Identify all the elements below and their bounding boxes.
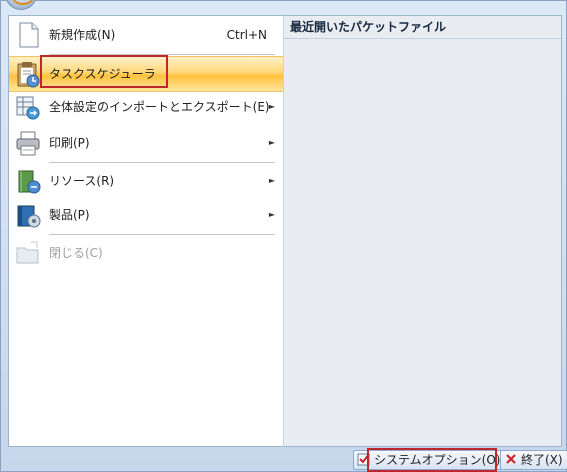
exit-button[interactable]: 終了(X) bbox=[500, 450, 567, 470]
submenu-arrow-icon: ► bbox=[268, 210, 275, 219]
menu-item-products[interactable]: 製品(P) ► bbox=[9, 198, 283, 232]
recent-files-panel: 最近開いたパケットファイル bbox=[283, 15, 562, 447]
submenu-arrow-icon: ► bbox=[268, 102, 275, 111]
exit-label: 終了(X) bbox=[521, 453, 563, 467]
recent-files-title: 最近開いたパケットファイル bbox=[284, 16, 561, 39]
menu-item-import-export[interactable]: 全体設定のインポートとエクスポート(E) ► bbox=[9, 90, 283, 124]
menu-item-import-export-label: 全体設定のインポートとエクスポート(E) bbox=[49, 100, 270, 114]
menu-item-print-label: 印刷(P) bbox=[49, 136, 90, 150]
checkmark-options-icon bbox=[357, 453, 370, 466]
printer-icon bbox=[16, 131, 40, 156]
menu-separator bbox=[49, 234, 275, 235]
close-folder-icon bbox=[16, 241, 39, 264]
menu-item-close-label: 閉じる(C) bbox=[49, 246, 103, 260]
menu-item-resources-label: リソース(R) bbox=[49, 174, 115, 188]
menu-item-resources[interactable]: リソース(R) ► bbox=[9, 164, 283, 198]
menu-item-new-label: 新規作成(N) bbox=[49, 28, 116, 42]
submenu-arrow-icon: ► bbox=[268, 176, 275, 185]
system-options-label: システムオプション(O) bbox=[374, 453, 501, 467]
task-scheduler-icon bbox=[17, 62, 40, 88]
menu-item-task-scheduler[interactable]: タスクスケジューラ bbox=[9, 56, 283, 92]
menu-separator bbox=[49, 54, 275, 55]
application-menu-panel: 新規作成(N) Ctrl+N タスクスケジューラ 全体設定のインポートとエクスポ… bbox=[8, 15, 284, 447]
application-menu-window: 新規作成(N) Ctrl+N タスクスケジューラ 全体設定のインポートとエクスポ… bbox=[0, 0, 567, 472]
app-orb-button[interactable] bbox=[5, 0, 37, 10]
menu-item-print[interactable]: 印刷(P) ► bbox=[9, 126, 283, 160]
menu-footer: システムオプション(O) 終了(X) bbox=[1, 447, 567, 472]
close-x-icon bbox=[506, 454, 516, 464]
system-options-button[interactable]: システムオプション(O) bbox=[353, 450, 506, 470]
menu-item-new[interactable]: 新規作成(N) Ctrl+N bbox=[9, 18, 283, 52]
menu-separator bbox=[49, 162, 275, 163]
submenu-arrow-icon: ► bbox=[268, 138, 275, 147]
menu-item-close[interactable]: 閉じる(C) bbox=[9, 236, 283, 270]
resource-book-icon bbox=[18, 170, 41, 194]
product-icon bbox=[17, 205, 41, 228]
import-export-icon bbox=[16, 96, 40, 120]
menu-item-task-scheduler-label: タスクスケジューラ bbox=[49, 67, 156, 81]
menu-item-products-label: 製品(P) bbox=[49, 208, 90, 222]
menu-item-new-shortcut: Ctrl+N bbox=[226, 28, 267, 42]
new-document-icon bbox=[19, 22, 39, 48]
